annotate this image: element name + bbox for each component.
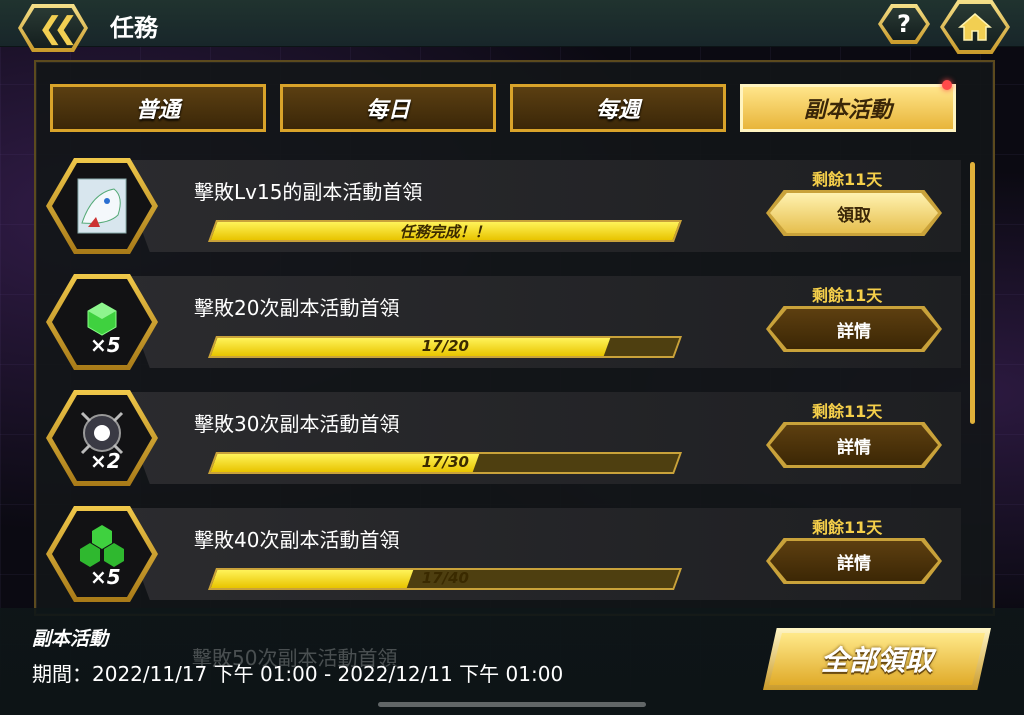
house-icon	[944, 4, 1006, 50]
help-button[interactable]: ?	[878, 4, 930, 44]
back-button[interactable]: ❮❮	[18, 4, 88, 52]
reward-quantity: ×2	[90, 449, 121, 473]
progress-bar: 17/30	[207, 452, 683, 474]
double-chevron-left-icon: ❮❮	[22, 8, 84, 48]
mission-description: 擊敗20次副本活動首領	[194, 296, 400, 320]
mission-description: 擊敗30次副本活動首領	[194, 412, 400, 436]
time-remaining: 剩餘11天	[812, 286, 883, 305]
tab-bar: 普通 每日 每週 副本活動	[50, 84, 956, 132]
progress-label: 17/20	[421, 337, 469, 355]
claim-button-label: 領取	[770, 193, 938, 233]
tab-event[interactable]: 副本活動	[740, 84, 956, 132]
time-remaining: 剩餘11天	[812, 170, 883, 189]
mission-row: 擊敗Lv15的副本活動首領 任務完成！！ 剩餘11天 領取	[36, 154, 966, 270]
mission-description: 擊敗40次副本活動首領	[194, 528, 400, 552]
mission-row: ×5 擊敗40次副本活動首領 17/40 剩餘11天 詳情	[36, 502, 966, 618]
details-button[interactable]: 詳情	[766, 538, 942, 584]
scrollbar[interactable]	[970, 162, 975, 424]
details-button[interactable]: 詳情	[766, 306, 942, 352]
tab-weekly[interactable]: 每週	[510, 84, 726, 132]
details-button[interactable]: 詳情	[766, 422, 942, 468]
details-button-label: 詳情	[770, 309, 938, 349]
progress-label: 任務完成！！	[399, 223, 490, 241]
mission-row: ×2 擊敗30次副本活動首領 17/30 剩餘11天 詳情	[36, 386, 966, 502]
details-button-label: 詳情	[770, 425, 938, 465]
notification-dot	[942, 80, 952, 90]
progress-bar: 17/40	[207, 568, 683, 590]
home-button[interactable]	[940, 0, 1010, 54]
monster-card-icon	[77, 178, 127, 234]
claim-button[interactable]: 領取	[766, 190, 942, 236]
tab-daily[interactable]: 每日	[280, 84, 496, 132]
question-mark-icon: ?	[882, 8, 926, 40]
progress-bar: 17/20	[207, 336, 683, 358]
page-title: 任務	[110, 14, 158, 42]
event-period: 期間：2022/11/17 下午 01:00 - 2022/12/11 下午 0…	[32, 662, 564, 686]
progress-label: 17/30	[421, 453, 469, 471]
missions-panel: 普通 每日 每週 副本活動 擊敗Lv15的副本活動首領 任務完成！！ 剩餘11天…	[34, 60, 995, 616]
home-indicator[interactable]	[378, 702, 646, 707]
time-remaining: 剩餘11天	[812, 402, 883, 421]
reward-quantity: ×5	[90, 565, 121, 589]
progress-label: 17/40	[421, 569, 469, 587]
details-button-label: 詳情	[770, 541, 938, 581]
mission-list: 擊敗Lv15的副本活動首領 任務完成！！ 剩餘11天 領取 ×5 擊敗20次副本…	[36, 154, 966, 618]
claim-all-button[interactable]: 全部領取	[763, 628, 991, 690]
reward-quantity: ×5	[90, 333, 121, 357]
event-title: 副本活動	[32, 628, 109, 650]
time-remaining: 剩餘11天	[812, 518, 883, 537]
top-bar: ❮❮ 任務 ?	[0, 0, 1024, 54]
event-footer: 擊敗50次副本活動首領 副本活動 期間：2022/11/17 下午 01:00 …	[0, 608, 1024, 715]
tab-normal[interactable]: 普通	[50, 84, 266, 132]
mission-description: 擊敗Lv15的副本活動首領	[194, 180, 423, 204]
progress-bar: 任務完成！！	[207, 220, 683, 242]
claim-all-label: 全部領取	[769, 633, 985, 685]
mission-row: ×5 擊敗20次副本活動首領 17/20 剩餘11天 詳情	[36, 270, 966, 386]
